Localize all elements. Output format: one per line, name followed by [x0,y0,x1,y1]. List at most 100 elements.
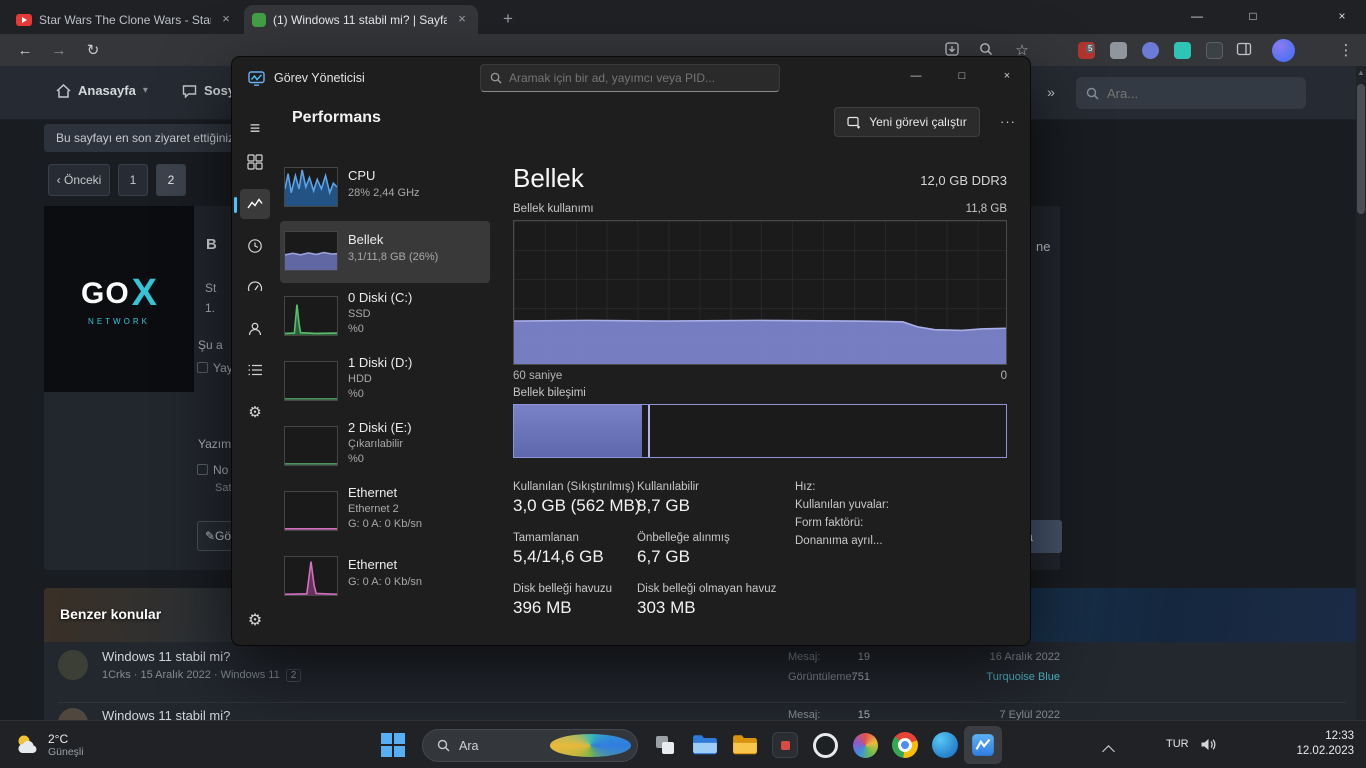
profile-avatar[interactable] [1272,39,1295,62]
perf-item-disk0[interactable]: 0 Diski (C:) SSD %0 [280,286,490,348]
checkbox-icon[interactable] [197,362,208,373]
window-title: Görev Yöneticisi [274,71,365,85]
sidebar-item-services[interactable]: ⚙ [240,397,270,427]
thread-last-poster[interactable]: Turquoise Blue [950,671,1060,683]
tab-strip: Star Wars The Clone Wars - Star × (1) Wi… [0,0,1366,34]
settings-gear-icon[interactable]: ⚙ [240,605,270,635]
taskbar-search[interactable]: Ara [422,729,638,762]
perf-item-memory[interactable]: Bellek 3,1/11,8 GB (26%) [280,221,490,283]
extension-icon-teal[interactable] [1174,42,1191,59]
task-manager-search-input[interactable] [509,71,759,85]
browser-menu-icon[interactable]: ⋮ [1336,41,1356,61]
windows-logo-icon [381,733,405,757]
folder-button[interactable] [728,725,762,765]
logo-x: X [131,272,158,314]
perf-item-cpu[interactable]: CPU 28% 2,44 GHz [280,157,490,219]
pagination-page-2-current[interactable]: 2 [156,164,186,196]
pagination-prev-button[interactable]: ‹ Önceki [48,164,110,196]
tm-maximize-button[interactable]: □ [939,57,985,97]
tab-title: Star Wars The Clone Wars - Star [39,12,211,27]
graph-time-left-label: 60 saniye [513,370,563,382]
pinned-app-color-button[interactable] [848,725,882,765]
perf-item-detail: G: 0 A: 0 Kb/sn [348,518,422,530]
tray-chevron-up-icon[interactable] [1102,745,1115,758]
thread-page-badge[interactable]: 2 [285,669,302,682]
tray-clock[interactable]: 12:33 12.02.2023 [1270,729,1354,759]
stat-value: 396 MB [513,598,572,617]
sidebar-item-users[interactable] [240,314,270,344]
thread-avatar[interactable] [58,650,88,680]
sidebar-item-app-history[interactable] [240,231,270,261]
new-tab-button[interactable]: + [496,7,520,31]
sidebar-item-processes[interactable] [240,147,270,177]
sidebar-item-startup-apps[interactable] [240,272,270,302]
browser-minimize-button[interactable]: — [1174,0,1220,34]
extension-icon-purple[interactable] [1142,42,1159,59]
nav-home[interactable]: Anasayfa ▾ [56,83,148,98]
browser-close-button[interactable]: × [1319,0,1365,34]
sidebar-item-details[interactable] [240,355,270,385]
extension-badge: 5 [1086,44,1095,53]
task-manager-taskbar-button[interactable] [964,726,1002,764]
tm-minimize-button[interactable]: — [893,57,939,97]
weather-widget[interactable]: 2°C Güneşli [8,725,148,765]
extension-icon-dark[interactable] [1206,42,1223,59]
memory-composition-bar [513,404,1007,458]
tab-close-icon[interactable]: × [454,12,470,28]
pinned-app-ring-button[interactable] [808,725,842,765]
stat-value: 8,7 GB [637,496,690,515]
forum-search-input[interactable] [1107,85,1277,101]
sidebar-item-performance[interactable] [240,189,270,219]
hamburger-menu-icon[interactable]: ≡ [240,113,270,143]
forum-search[interactable] [1076,77,1306,109]
page-scrollbar[interactable]: ▲ [1356,66,1366,720]
nav-home-label: Anasayfa [78,83,136,98]
stat-paged-pool: Disk belleği havuzu 396 MB [513,583,612,618]
reload-icon[interactable]: ↻ [82,40,104,62]
extension-icon-gray[interactable] [1110,42,1127,59]
pagination-page-1[interactable]: 1 [118,164,148,196]
thread-avatar[interactable] [58,708,88,720]
editor-bold-button[interactable]: B [206,236,217,253]
task-view-button[interactable] [648,725,682,765]
tray-time: 12:33 [1325,730,1354,742]
nav-expand-button[interactable]: » [1038,79,1064,107]
chrome-button[interactable] [888,725,922,765]
language-indicator[interactable]: TUR [1166,738,1189,750]
detail-hardware-reserved: Donanıma ayrıl... [795,535,883,547]
browser-maximize-button[interactable]: □ [1230,0,1276,34]
tab-star-wars[interactable]: Star Wars The Clone Wars - Star × [8,5,242,34]
perf-item-disk2[interactable]: 2 Diski (E:) Çıkarılabilir %0 [280,416,490,478]
option-checkbox-fragment[interactable]: No [197,463,228,477]
stat-label: Disk belleği havuzu [513,583,613,595]
run-new-task-button[interactable]: Yeni görevi çalıştır [834,107,980,137]
user-avatar-logo[interactable]: GO X NETWORK [44,206,194,392]
volume-icon[interactable] [1200,737,1217,752]
perf-item-detail: Çıkarılabilir [348,438,404,450]
thread-title[interactable]: Windows 11 stabil mi? [102,649,230,664]
edge-button[interactable] [928,725,962,765]
scrollbar-thumb[interactable] [1357,84,1365,214]
forward-icon[interactable]: → [48,40,70,62]
thread-title[interactable]: Windows 11 stabil mi? [102,708,230,720]
perf-item-ethernet-2[interactable]: Ethernet G: 0 A: 0 Kb/sn [280,546,490,608]
tab-windows11-thread[interactable]: (1) Windows 11 stabil mi? | Sayfa × [244,5,478,34]
scrollbar-up-icon[interactable]: ▲ [1356,68,1366,77]
screen: Star Wars The Clone Wars - Star × (1) Wi… [0,0,1366,768]
perf-item-ethernet-1[interactable]: Ethernet Ethernet 2 G: 0 A: 0 Kb/sn [280,481,490,543]
option-checkbox-fragment[interactable]: Yay [197,361,233,375]
checkbox-icon[interactable] [197,464,208,475]
task-manager-search[interactable] [480,64,780,92]
more-options-icon[interactable]: ··· [996,111,1020,135]
tab-close-icon[interactable]: × [218,12,234,28]
back-icon[interactable]: ← [14,40,36,62]
perf-item-disk1[interactable]: 1 Diski (D:) HDD %0 [280,351,490,413]
perf-item-name: 2 Diski (E:) [348,420,412,435]
chrome-icon [892,732,918,758]
side-panel-icon[interactable] [1236,41,1256,61]
pinned-app-dark-button[interactable] [768,725,802,765]
youtube-favicon [16,13,32,26]
start-button[interactable] [376,725,410,765]
file-explorer-button[interactable] [688,725,722,765]
tm-close-button[interactable]: × [984,57,1030,97]
